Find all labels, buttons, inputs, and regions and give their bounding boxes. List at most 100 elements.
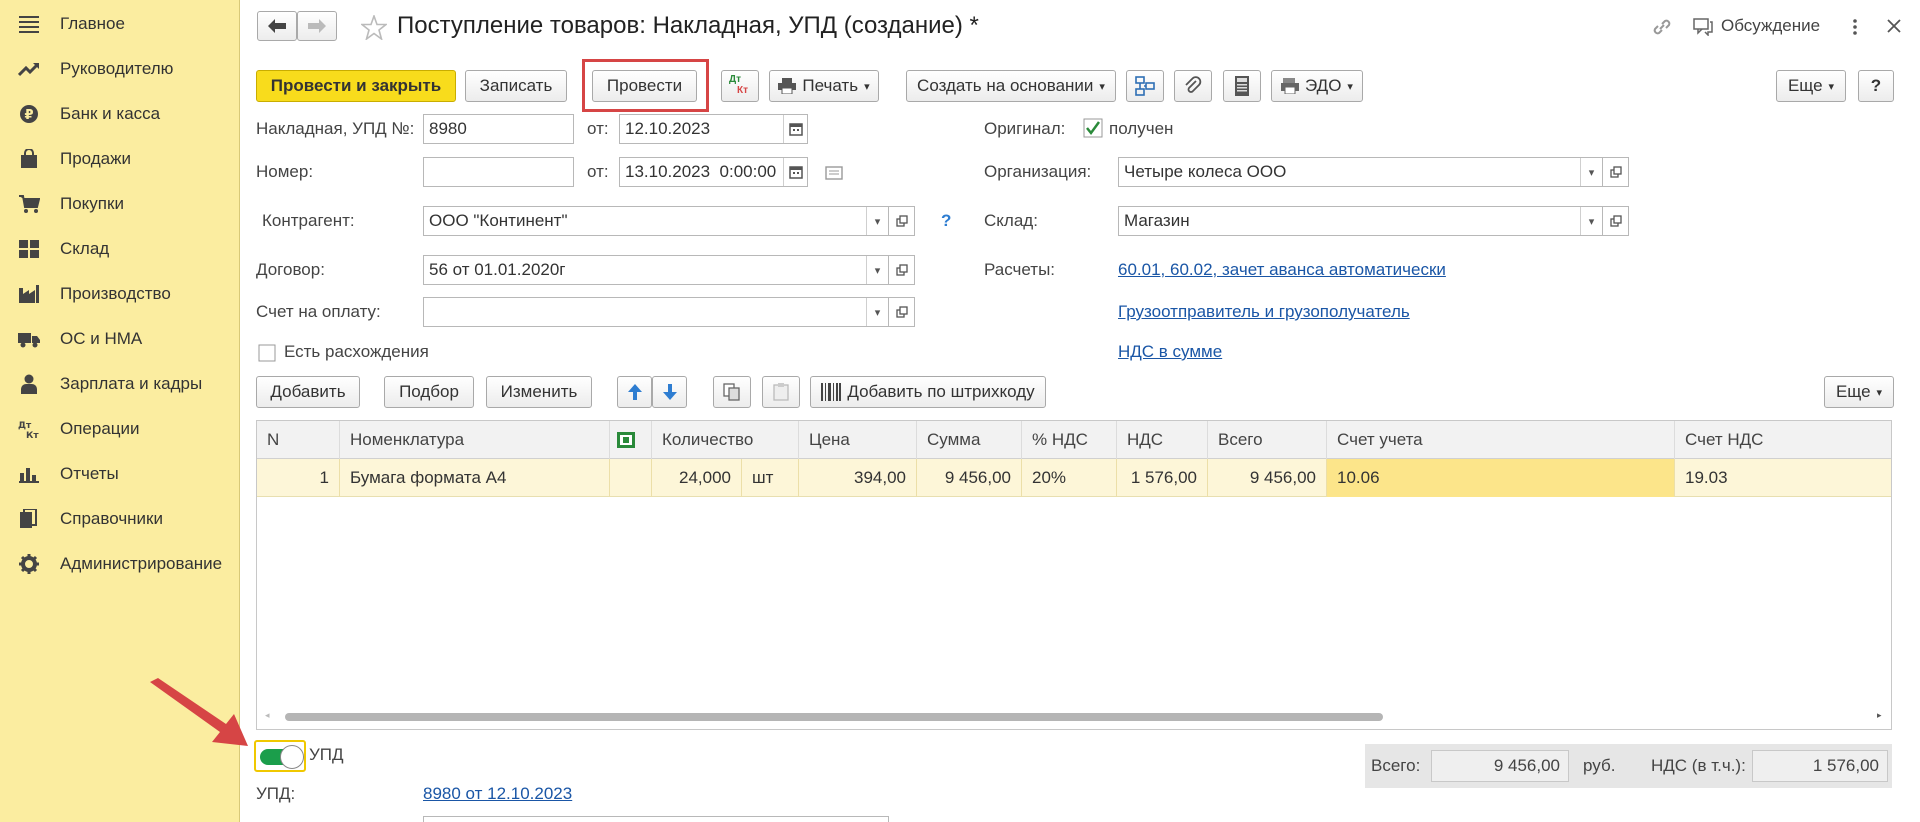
col-header-total[interactable]: Всего [1208, 421, 1327, 459]
print-button[interactable]: Печать ▾ [769, 70, 879, 102]
sidebar-item-purchases[interactable]: Покупки [0, 186, 240, 222]
chevron-down-icon[interactable]: ▾ [1580, 207, 1602, 235]
col-header-account[interactable]: Счет учета [1327, 421, 1675, 459]
cell-price[interactable]: 394,00 [799, 459, 917, 497]
chevron-down-icon[interactable]: ▾ [866, 298, 888, 326]
pick-button[interactable]: Подбор [384, 376, 474, 408]
discussion-icon[interactable] [1693, 18, 1713, 36]
back-button[interactable] [257, 11, 297, 41]
link-icon[interactable] [1651, 17, 1673, 37]
number-field[interactable] [423, 157, 574, 187]
cell-sum[interactable]: 9 456,00 [917, 459, 1022, 497]
create-based-on-button[interactable]: Создать на основании ▾ [906, 70, 1116, 102]
cell-unit[interactable]: шт [742, 459, 799, 497]
scrollbar-thumb[interactable] [285, 713, 1383, 721]
post-and-close-button[interactable]: Провести и закрыть [256, 70, 456, 102]
move-up-button[interactable] [617, 376, 652, 408]
invoice-number-field[interactable] [423, 114, 574, 144]
col-header-vat-account[interactable]: Счет НДС [1675, 421, 1891, 459]
discrepancy-checkbox[interactable] [258, 344, 276, 362]
open-warehouse-button[interactable] [1603, 206, 1629, 236]
open-contractor-button[interactable] [889, 206, 915, 236]
sidebar-item-admin[interactable]: Администрирование [0, 546, 240, 582]
close-icon[interactable] [1886, 18, 1902, 34]
copy-button[interactable] [713, 376, 751, 408]
post-button[interactable]: Провести [592, 70, 697, 102]
invoice-date-field[interactable] [619, 114, 808, 144]
sidebar-item-bank[interactable]: ₽ Банк и касса [0, 96, 240, 132]
add-row-button[interactable]: Добавить [256, 376, 360, 408]
number-date-input[interactable] [625, 162, 807, 182]
postings-button[interactable]: Дт Кт [721, 70, 759, 102]
favorite-star-icon[interactable] [361, 15, 387, 40]
calendar-icon[interactable] [783, 115, 807, 143]
col-header-n[interactable]: N [257, 421, 340, 459]
col-header-sum[interactable]: Сумма [917, 421, 1022, 459]
number-input[interactable] [429, 162, 573, 182]
horizontal-scrollbar[interactable]: ◂ ▸ [257, 709, 1891, 723]
organization-field[interactable]: Четыре колеса ООО ▾ [1118, 157, 1603, 187]
table-row[interactable]: 1 Бумага формата А4 24,000 шт 394,00 9 4… [257, 459, 1891, 497]
more-button[interactable]: Еще ▾ [1776, 70, 1846, 102]
contractor-field[interactable]: ООО "Континент" ▾ [423, 206, 889, 236]
upd-toggle[interactable] [254, 740, 306, 772]
invoice-number-input[interactable] [429, 119, 573, 139]
comment-icon[interactable] [825, 165, 843, 181]
sidebar-item-warehouse[interactable]: Склад [0, 231, 240, 267]
col-header-extra[interactable] [610, 421, 652, 459]
warehouse-field[interactable]: Магазин ▾ [1118, 206, 1603, 236]
help-button[interactable]: ? [1858, 70, 1894, 102]
open-organization-button[interactable] [1603, 157, 1629, 187]
upd-link[interactable]: 8980 от 12.10.2023 [423, 784, 572, 804]
col-header-vat[interactable]: НДС [1117, 421, 1208, 459]
chevron-down-icon[interactable]: ▾ [866, 207, 888, 235]
sidebar-item-fixed-assets[interactable]: ОС и НМА [0, 321, 240, 357]
sidebar-item-main[interactable]: Главное [0, 6, 240, 42]
payment-invoice-field[interactable]: ▾ [423, 297, 889, 327]
kebab-menu-icon[interactable] [1852, 17, 1858, 37]
contract-field[interactable]: 56 от 01.01.2020г ▾ [423, 255, 889, 285]
discussion-link[interactable]: Обсуждение [1721, 16, 1820, 36]
shipper-consignee-link[interactable]: Грузоотправитель и грузополучатель [1118, 302, 1410, 322]
sidebar-item-sales[interactable]: Продажи [0, 141, 240, 177]
calculator-button[interactable] [1223, 70, 1261, 102]
sidebar-item-operations[interactable]: Дт Кт Операции [0, 411, 240, 447]
original-received-checkbox[interactable] [1083, 118, 1103, 138]
attach-button[interactable] [1174, 70, 1212, 102]
open-payment-invoice-button[interactable] [889, 297, 915, 327]
cell-vat[interactable]: 1 576,00 [1117, 459, 1208, 497]
sidebar-item-reports[interactable]: Отчеты [0, 456, 240, 492]
open-contract-button[interactable] [889, 255, 915, 285]
vat-in-sum-link[interactable]: НДС в сумме [1118, 342, 1222, 362]
invoice-date-input[interactable] [625, 119, 807, 139]
cell-qty[interactable]: 24,000 [652, 459, 742, 497]
calendar-icon[interactable] [783, 158, 807, 186]
chevron-down-icon[interactable]: ▾ [1580, 158, 1602, 186]
cell-total[interactable]: 9 456,00 [1208, 459, 1327, 497]
cell-vat-account[interactable]: 19.03 [1675, 459, 1891, 497]
chevron-down-icon[interactable]: ▾ [866, 256, 888, 284]
col-header-item[interactable]: Номенклатура [340, 421, 610, 459]
scroll-left-icon[interactable]: ◂ [265, 710, 270, 721]
sidebar-item-production[interactable]: Производство [0, 276, 240, 312]
sidebar-item-manager[interactable]: Руководителю [0, 51, 240, 87]
sidebar-item-catalogs[interactable]: Справочники [0, 501, 240, 537]
number-date-field[interactable] [619, 157, 808, 187]
add-by-barcode-button[interactable]: Добавить по штрихкоду [810, 376, 1046, 408]
sidebar-item-payroll[interactable]: Зарплата и кадры [0, 366, 240, 402]
partial-field[interactable] [423, 816, 889, 822]
forward-button[interactable] [297, 11, 337, 41]
col-header-qty[interactable]: Количество [652, 421, 799, 459]
col-header-vat-rate[interactable]: % НДС [1022, 421, 1117, 459]
cell-extra[interactable] [610, 459, 652, 497]
settlements-link[interactable]: 60.01, 60.02, зачет аванса автоматически [1118, 260, 1446, 280]
paste-button[interactable] [762, 376, 800, 408]
save-button[interactable]: Записать [465, 70, 567, 102]
scroll-right-icon[interactable]: ▸ [1877, 710, 1882, 721]
structure-button[interactable] [1126, 70, 1164, 102]
cell-item[interactable]: Бумага формата А4 [340, 459, 610, 497]
col-header-price[interactable]: Цена [799, 421, 917, 459]
help-question-icon[interactable]: ? [941, 211, 951, 231]
cell-vat-rate[interactable]: 20% [1022, 459, 1117, 497]
change-button[interactable]: Изменить [486, 376, 592, 408]
